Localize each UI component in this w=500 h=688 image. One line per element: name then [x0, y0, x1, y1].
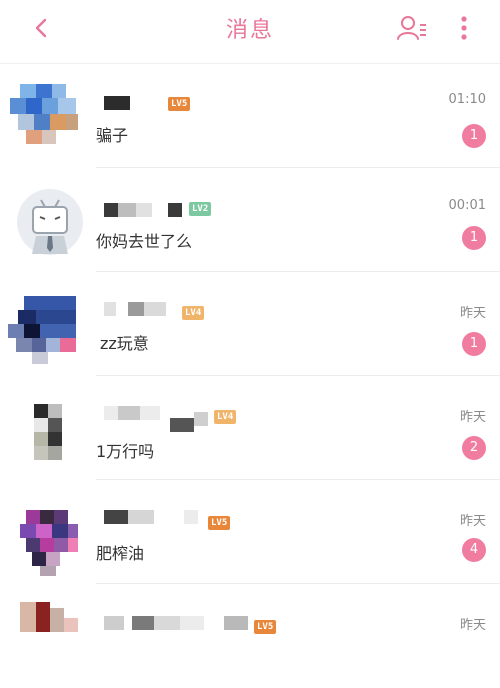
avatar[interactable]	[10, 78, 80, 148]
timestamp: 00:01	[448, 198, 486, 213]
avatar[interactable]	[8, 602, 80, 632]
timestamp: 昨天	[459, 618, 486, 633]
timestamp: 01:10	[448, 92, 486, 107]
level-badge: LV4	[182, 306, 205, 320]
more-icon[interactable]	[452, 14, 476, 42]
unread-badge: 1	[462, 332, 486, 356]
message-preview: 你妈去世了么	[96, 232, 193, 251]
timestamp: 昨天	[459, 306, 486, 321]
top-nav-bar: 消息	[0, 0, 500, 56]
conversation-row[interactable]: LV5 骗子 01:10 1	[0, 64, 500, 168]
contacts-icon[interactable]	[396, 14, 428, 42]
unread-badge: 1	[462, 226, 486, 250]
conversation-row[interactable]: LV5 肥榨油 昨天 4	[0, 480, 500, 584]
username-redacted	[104, 510, 128, 524]
username-redacted	[104, 616, 124, 630]
unread-badge: 2	[462, 436, 486, 460]
message-preview: 肥榨油	[96, 544, 145, 563]
level-badge: LV2	[189, 202, 212, 216]
conversation-row[interactable]: LV4 zz玩意 昨天 1	[0, 272, 500, 376]
level-badge: LV4	[214, 410, 237, 424]
avatar[interactable]	[16, 188, 84, 256]
username-redacted	[104, 406, 118, 420]
username-redacted	[104, 96, 130, 110]
message-preview: 1万行吗	[96, 442, 155, 461]
unread-badge: 4	[462, 538, 486, 562]
message-preview: 骗子	[96, 126, 129, 145]
level-badge: LV5	[168, 97, 191, 111]
default-avatar-icon	[17, 189, 83, 255]
conversation-row[interactable]: LV5 昨天	[0, 584, 500, 688]
conversation-row[interactable]: LV4 1万行吗 昨天 2	[0, 376, 500, 480]
avatar[interactable]	[8, 296, 78, 366]
username-redacted	[104, 302, 116, 316]
timestamp: 昨天	[459, 410, 486, 425]
conversation-row[interactable]: LV2 你妈去世了么 00:01 1	[0, 168, 500, 272]
username-redacted	[104, 203, 118, 217]
message-preview: zz玩意	[100, 334, 149, 353]
timestamp: 昨天	[459, 514, 486, 529]
unread-badge: 1	[462, 124, 486, 148]
avatar[interactable]	[26, 404, 66, 460]
avatar[interactable]	[18, 510, 78, 576]
level-badge: LV5	[208, 516, 231, 530]
